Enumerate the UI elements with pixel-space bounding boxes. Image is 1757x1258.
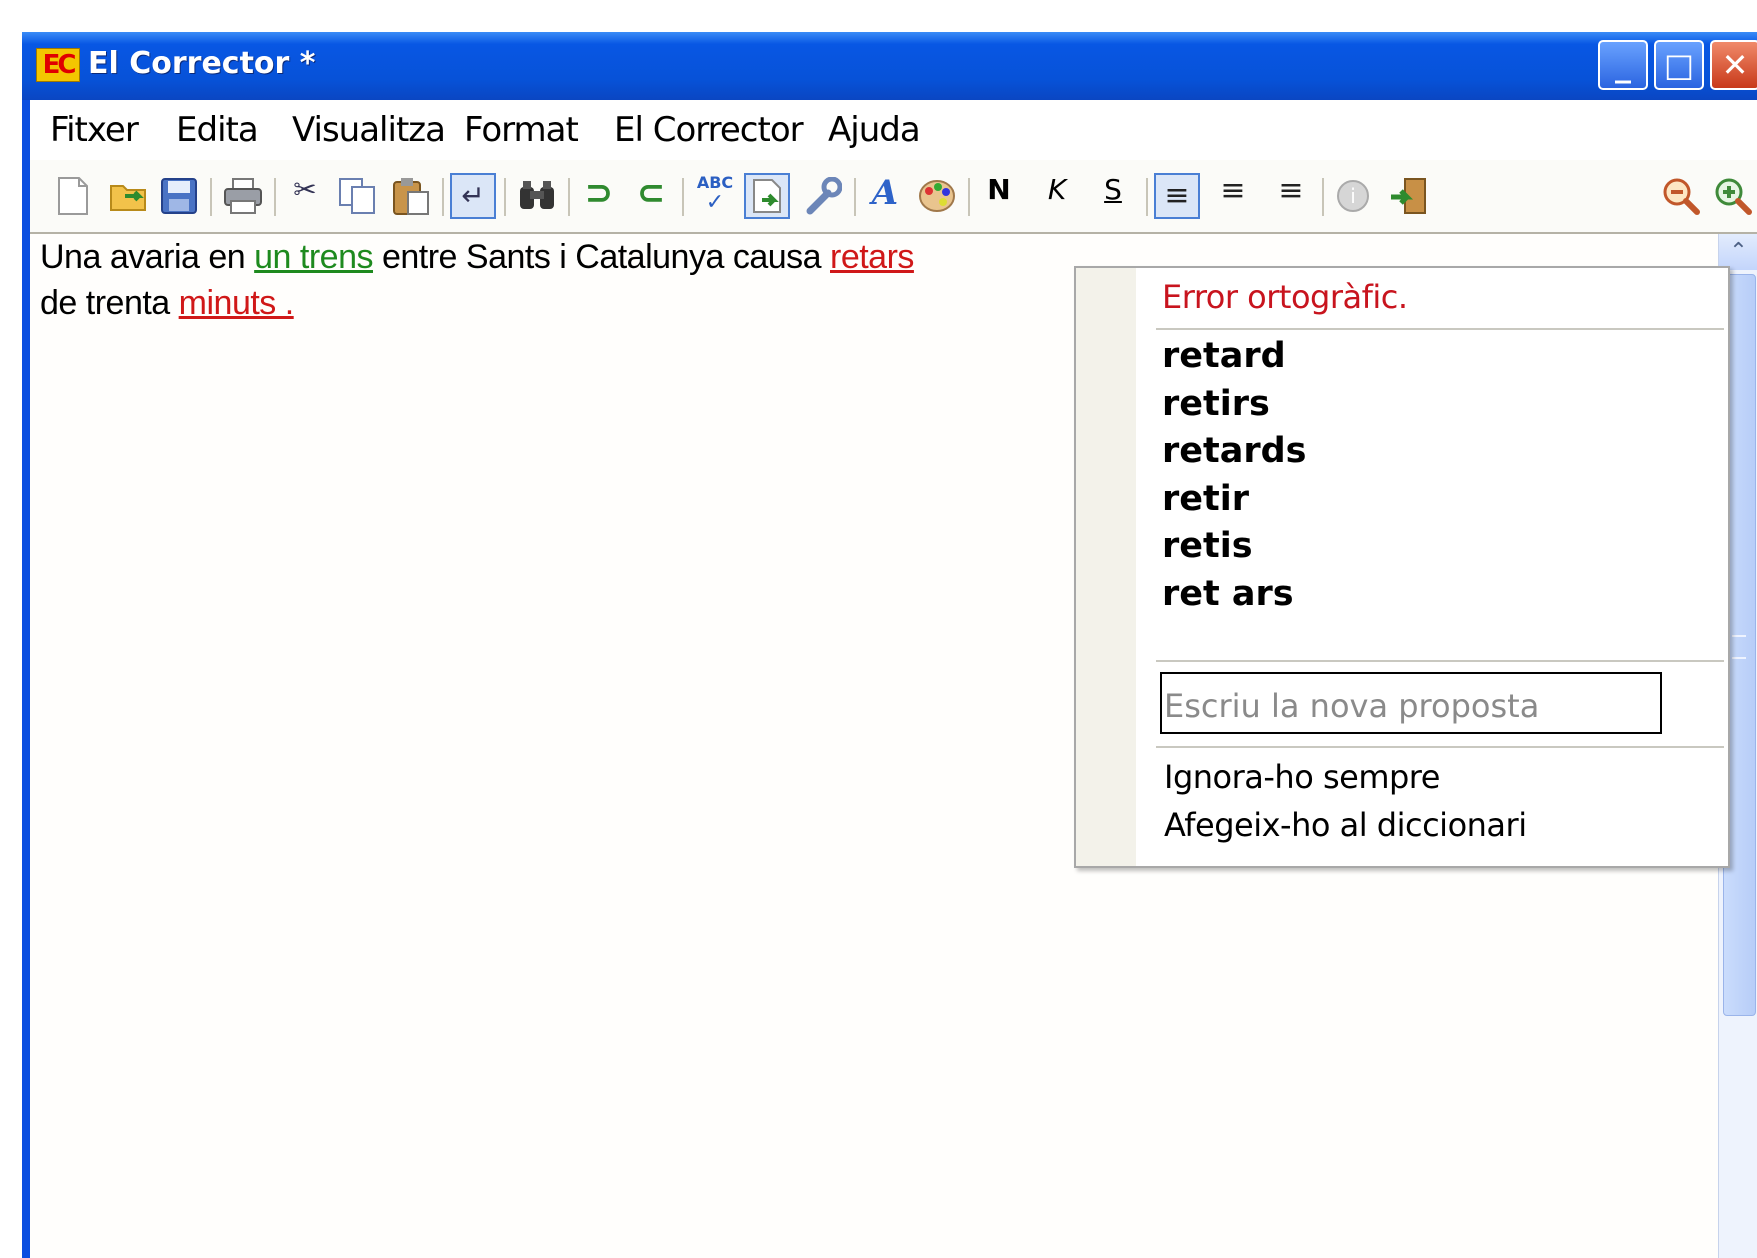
check-document-button[interactable] [744, 173, 790, 219]
font-icon[interactable]: A [862, 173, 908, 219]
suggestion-item[interactable]: retirs [1162, 384, 1270, 424]
menu-ajuda[interactable]: Ajuda [828, 110, 921, 150]
bold-button[interactable]: N [976, 173, 1022, 219]
redo-icon[interactable]: ⊂ [628, 173, 674, 219]
suggestion-item[interactable]: retis [1162, 526, 1253, 566]
toolbar-separator [274, 178, 276, 216]
scroll-up-arrow-icon[interactable]: ⌃ [1719, 234, 1757, 270]
zoom-out-icon[interactable] [1658, 173, 1704, 219]
minimize-icon: _ [1615, 46, 1631, 84]
italic-button[interactable]: K [1034, 173, 1080, 219]
svg-text:i: i [1350, 184, 1356, 208]
align-left-icon: ≡ [1164, 178, 1190, 213]
context-menu-icon-strip [1076, 268, 1136, 866]
minimize-button[interactable]: _ [1598, 40, 1648, 90]
exit-icon[interactable] [1386, 173, 1432, 219]
ignore-always-item[interactable]: Ignora-ho sempre [1164, 758, 1440, 796]
zoom-in-icon[interactable] [1710, 173, 1756, 219]
toolbar-separator [504, 178, 506, 216]
menu-el-corrector[interactable]: El Corrector [614, 110, 804, 150]
spellcheck-abc-icon[interactable]: ABC ✓ [692, 173, 738, 219]
suggestion-item[interactable]: retir [1162, 479, 1249, 519]
toolbar-separator [854, 178, 856, 216]
find-binoculars-icon[interactable] [514, 173, 560, 219]
menu-bar: Fitxer Edita Visualitza Format El Correc… [30, 100, 1757, 160]
grammar-error-word[interactable]: un trens [254, 238, 373, 276]
text-segment: entre Sants i Catalunya causa [373, 238, 830, 276]
context-menu: Error ortogràfic. retard retirs retards … [1074, 266, 1730, 868]
open-folder-icon[interactable] [106, 173, 152, 219]
align-center-icon[interactable]: ≡ [1210, 173, 1256, 219]
return-arrow-icon: ↵ [461, 179, 485, 212]
insert-return-button[interactable]: ↵ [450, 173, 496, 219]
new-proposal-input[interactable] [1160, 672, 1662, 734]
paste-icon[interactable] [388, 173, 434, 219]
maximize-icon: □ [1663, 46, 1695, 84]
align-left-button[interactable]: ≡ [1154, 173, 1200, 219]
maximize-button[interactable]: □ [1654, 40, 1704, 90]
close-button[interactable]: ✕ [1710, 40, 1757, 90]
options-wrench-icon[interactable] [800, 173, 846, 219]
suggestion-item[interactable]: retard [1162, 336, 1286, 376]
close-icon: ✕ [1721, 46, 1749, 84]
add-to-dictionary-item[interactable]: Afegeix-ho al diccionari [1164, 806, 1527, 844]
toolbar-separator [442, 178, 444, 216]
spelling-error-word[interactable]: retars [830, 238, 914, 276]
title-bar[interactable]: EC El Corrector * _ □ ✕ [22, 32, 1757, 100]
document-line-1: Una avaria en un trens entre Sants i Cat… [40, 238, 914, 277]
cut-icon[interactable]: ✂ [282, 173, 328, 219]
print-icon[interactable] [220, 173, 266, 219]
menu-separator [1156, 746, 1724, 748]
help-icon[interactable]: i [1330, 173, 1376, 219]
app-logo-icon: EC [36, 48, 80, 82]
toolbar-separator [968, 178, 970, 216]
suggestion-item[interactable]: ret ars [1162, 574, 1294, 614]
new-document-icon[interactable] [50, 173, 96, 219]
toolbar-separator [1322, 178, 1324, 216]
toolbar-separator [1146, 178, 1148, 216]
menu-separator [1156, 660, 1724, 662]
menu-format[interactable]: Format [464, 110, 579, 150]
suggestion-item[interactable]: retards [1162, 431, 1307, 471]
copy-icon[interactable] [334, 173, 380, 219]
toolbar: ✂ ↵ ⊃ ⊂ ABC ✓ A N K S ≡ ≡ ≡ i [30, 160, 1757, 234]
window-title: El Corrector * [88, 46, 316, 81]
context-menu-header: Error ortogràfic. [1162, 278, 1408, 316]
spelling-error-word[interactable]: minuts . [179, 284, 295, 322]
toolbar-separator [568, 178, 570, 216]
undo-icon[interactable]: ⊃ [576, 173, 622, 219]
toolbar-separator [210, 178, 212, 216]
menu-fitxer[interactable]: Fitxer [50, 110, 139, 150]
menu-edita[interactable]: Edita [176, 110, 259, 150]
save-icon[interactable] [156, 173, 202, 219]
text-segment: Una avaria en [40, 238, 255, 276]
text-segment: de trenta [40, 284, 179, 322]
menu-separator [1156, 328, 1724, 330]
document-line-2: de trenta minuts . [40, 284, 294, 323]
color-palette-icon[interactable] [914, 173, 960, 219]
underline-button[interactable]: S [1090, 173, 1136, 219]
check-document-icon [753, 179, 781, 213]
align-right-icon[interactable]: ≡ [1268, 173, 1314, 219]
scrollbar-grip [1732, 635, 1746, 659]
menu-visualitza[interactable]: Visualitza [292, 110, 446, 150]
toolbar-separator [682, 178, 684, 216]
